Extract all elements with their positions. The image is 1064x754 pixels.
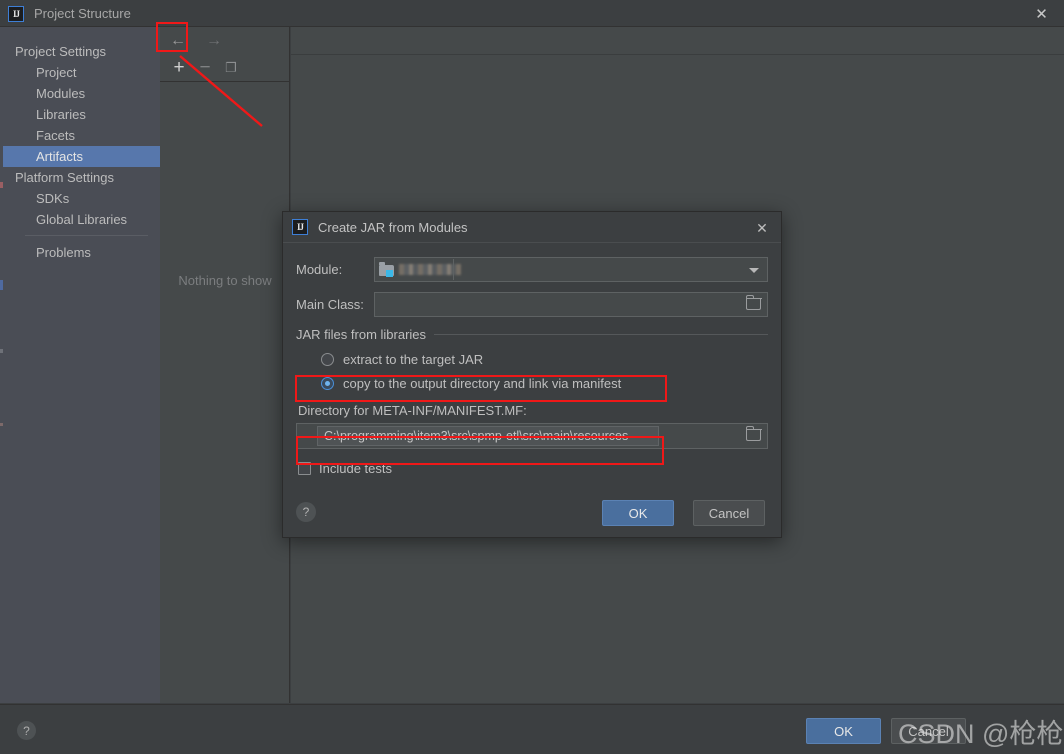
- sidebar-header-platform-settings: Platform Settings: [15, 170, 114, 185]
- module-label: Module:: [296, 262, 343, 277]
- include-tests-checkbox-row[interactable]: Include tests: [298, 461, 768, 476]
- radio-copy-label: copy to the output directory and link vi…: [343, 375, 622, 391]
- module-value-redacted: [399, 264, 461, 275]
- empty-state-text: Nothing to show: [178, 273, 272, 288]
- window-title: Project Structure: [34, 6, 131, 21]
- sidebar-item-facets[interactable]: Facets: [3, 125, 160, 146]
- include-tests-checkbox[interactable]: [298, 462, 311, 475]
- help-button[interactable]: ?: [17, 721, 36, 740]
- include-tests-label: Include tests: [319, 461, 392, 476]
- intellij-logo-icon: IJ: [8, 5, 24, 22]
- combobox-divider: [453, 259, 454, 280]
- sidebar-item-global-libraries[interactable]: Global Libraries: [3, 209, 160, 230]
- dialog-title: Create JAR from Modules: [318, 219, 468, 235]
- ok-button[interactable]: OK: [806, 718, 881, 744]
- artifacts-list-panel: ← → + − ❐ Nothing to show: [160, 27, 290, 703]
- dialog-logo-text: IJ: [296, 222, 304, 232]
- radio-extract-label: extract to the target JAR: [343, 351, 484, 367]
- create-jar-dialog: IJ Create JAR from Modules ✕ Module: Mai…: [282, 211, 782, 538]
- close-icon[interactable]: ✕: [1019, 0, 1064, 27]
- module-row: Module:: [296, 257, 768, 282]
- sidebar-item-problems[interactable]: Problems: [3, 242, 160, 263]
- group-rule: [434, 334, 768, 335]
- radio-copy-indicator[interactable]: [321, 376, 334, 390]
- back-arrow-icon[interactable]: ←: [160, 27, 196, 54]
- manifest-directory-label: Directory for META-INF/MANIFEST.MF:: [298, 403, 527, 418]
- dialog-body: Module: Main Class: JAR files from libra…: [283, 243, 781, 476]
- jar-libraries-group-header: JAR files from libraries: [296, 327, 768, 342]
- dialog-footer: ? OK Cancel: [283, 491, 781, 537]
- sidebar-divider: [25, 235, 148, 236]
- chevron-down-icon[interactable]: [749, 267, 759, 273]
- details-panel-divider: [291, 54, 1064, 55]
- radio-copy-to-output-directory[interactable]: copy to the output directory and link vi…: [296, 372, 768, 394]
- manifest-browse-folder-icon[interactable]: [745, 426, 762, 442]
- window-titlebar: IJ Project Structure ✕: [0, 0, 1064, 27]
- main-class-input[interactable]: [374, 292, 768, 317]
- manifest-path-field[interactable]: C:\programming\item3\src\spmp-etl\src\ma…: [296, 423, 768, 449]
- navigation-bar: ← →: [160, 27, 290, 54]
- module-combobox[interactable]: [374, 257, 768, 282]
- dialog-close-icon[interactable]: ✕: [751, 218, 773, 238]
- dialog-ok-button[interactable]: OK: [602, 500, 674, 526]
- logo-text: IJ: [12, 8, 20, 19]
- manifest-path-value[interactable]: C:\programming\item3\src\spmp-etl\src\ma…: [317, 426, 659, 446]
- sidebar-item-modules[interactable]: Modules: [3, 83, 160, 104]
- dialog-cancel-button[interactable]: Cancel: [693, 500, 765, 526]
- dialog-titlebar: IJ Create JAR from Modules ✕: [283, 212, 781, 243]
- radio-extract-indicator[interactable]: [321, 352, 334, 366]
- main-class-label: Main Class:: [296, 297, 364, 312]
- dialog-intellij-logo-icon: IJ: [292, 219, 308, 235]
- sidebar-item-sdks[interactable]: SDKs: [3, 188, 160, 209]
- cancel-button[interactable]: Cancel: [891, 718, 966, 744]
- sidebar-header-project-settings: Project Settings: [15, 44, 107, 59]
- browse-folder-icon[interactable]: [745, 294, 762, 311]
- dialog-help-button[interactable]: ?: [296, 502, 316, 522]
- main-class-row: Main Class:: [296, 292, 768, 317]
- artifacts-toolbar: + − ❐: [160, 54, 290, 82]
- remove-button[interactable]: −: [192, 55, 218, 81]
- copy-button[interactable]: ❐: [218, 55, 244, 81]
- project-structure-window: IJ Project Structure ✕ Project Settings …: [0, 0, 1064, 754]
- settings-sidebar[interactable]: Project Settings Project Modules Librari…: [3, 27, 160, 703]
- jar-libraries-group-label: JAR files from libraries: [296, 327, 427, 342]
- forward-arrow-icon[interactable]: →: [196, 27, 232, 54]
- module-folder-icon: [379, 261, 395, 277]
- sidebar-item-project[interactable]: Project: [3, 62, 160, 83]
- sidebar-item-libraries[interactable]: Libraries: [3, 104, 160, 125]
- sidebar-item-artifacts[interactable]: Artifacts: [3, 146, 160, 167]
- add-button[interactable]: +: [166, 55, 192, 81]
- radio-extract-to-target-jar[interactable]: extract to the target JAR: [296, 348, 768, 370]
